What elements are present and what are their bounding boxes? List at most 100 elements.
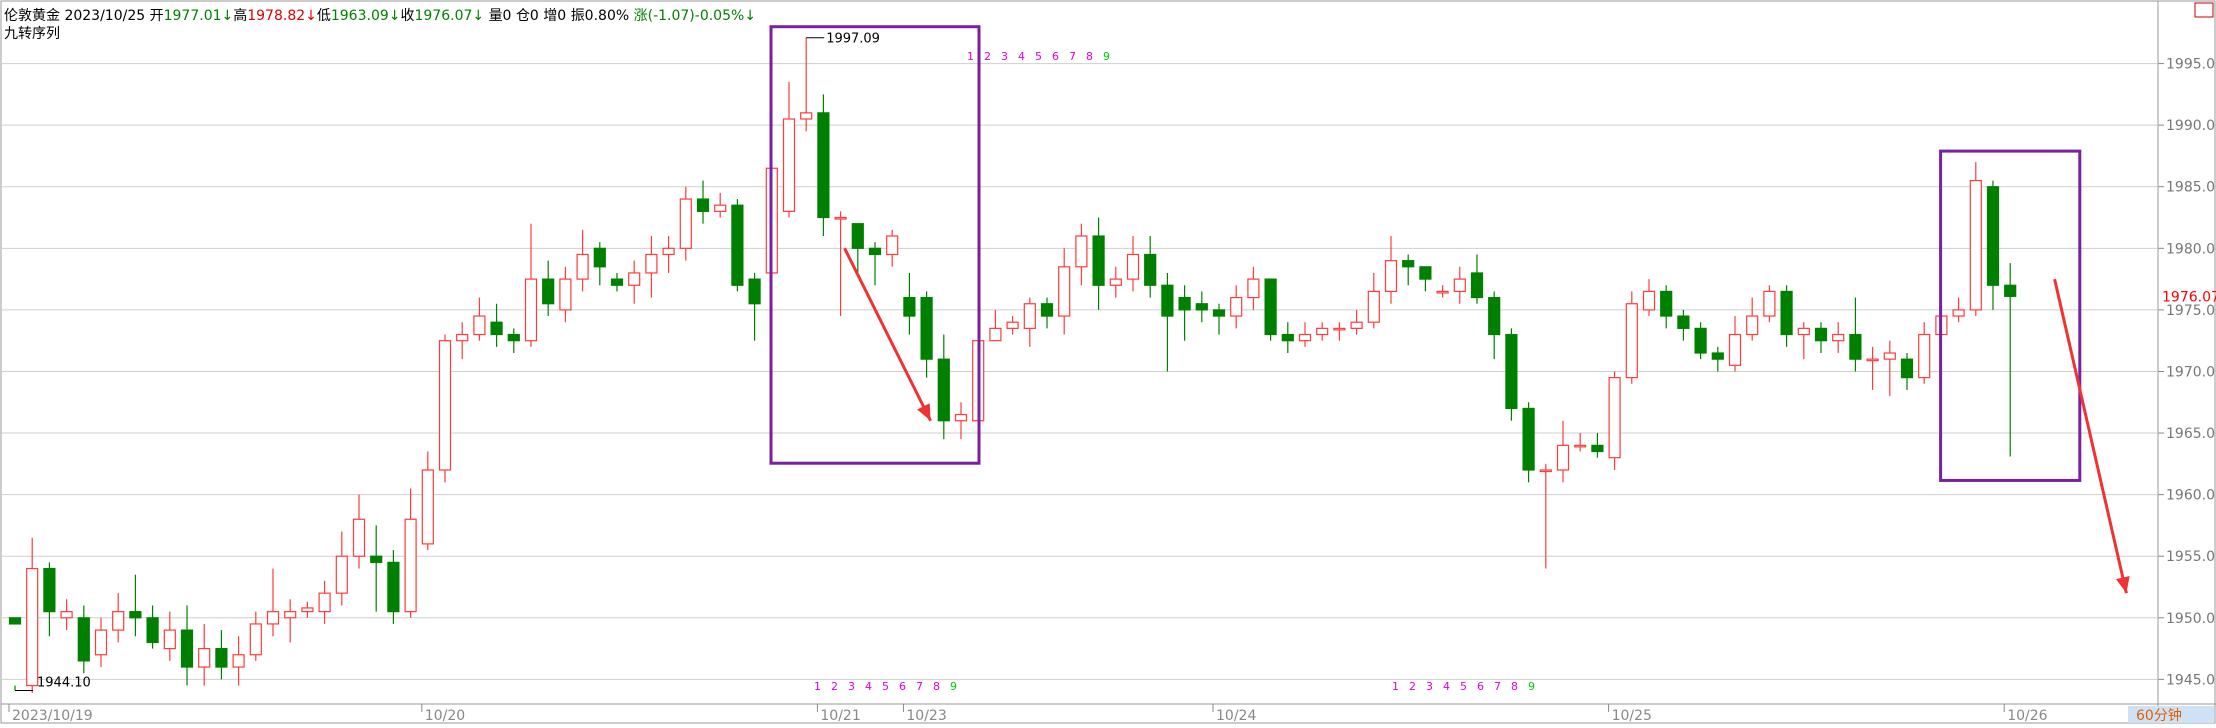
candle[interactable] [645, 236, 658, 298]
candle[interactable] [1126, 236, 1140, 292]
candle[interactable] [1608, 371, 1621, 470]
candle[interactable] [782, 82, 796, 218]
candle[interactable] [1384, 236, 1398, 304]
candle[interactable] [610, 272, 624, 292]
candle[interactable] [1539, 463, 1552, 569]
candle[interactable] [94, 617, 108, 668]
candle[interactable] [1574, 433, 1587, 452]
candle[interactable] [129, 574, 142, 637]
candle[interactable] [2004, 263, 2017, 457]
candle[interactable] [1677, 309, 1690, 341]
candle[interactable] [1488, 291, 1501, 360]
candle[interactable] [1625, 291, 1638, 384]
candle[interactable] [352, 494, 366, 569]
candle[interactable] [1986, 180, 2000, 310]
candle[interactable] [456, 322, 469, 360]
candle[interactable] [1814, 322, 1828, 353]
candle[interactable] [163, 611, 176, 661]
candle[interactable] [559, 266, 572, 323]
candle[interactable] [1849, 297, 1862, 372]
candle[interactable] [1402, 254, 1415, 286]
candle[interactable] [1298, 322, 1312, 347]
candle[interactable] [679, 186, 692, 261]
candle[interactable] [1453, 266, 1466, 304]
candle[interactable] [60, 599, 73, 631]
candle[interactable] [937, 334, 950, 440]
candle[interactable] [817, 94, 830, 236]
candle[interactable] [662, 236, 675, 273]
candle[interactable] [1728, 316, 1742, 372]
candle[interactable] [43, 562, 56, 637]
candle[interactable] [1144, 236, 1157, 298]
candle[interactable] [714, 192, 727, 218]
candle[interactable] [1591, 433, 1604, 458]
candle[interactable] [628, 260, 641, 304]
candle[interactable] [1969, 162, 1982, 317]
candle[interactable] [146, 605, 159, 649]
candle[interactable] [370, 525, 383, 612]
candle[interactable] [731, 199, 744, 292]
candle[interactable] [1470, 254, 1484, 304]
candle[interactable] [1419, 266, 1432, 292]
candle[interactable] [1161, 272, 1174, 372]
candle[interactable] [1195, 291, 1208, 323]
candle[interactable] [473, 297, 486, 341]
candle[interactable] [1281, 322, 1294, 353]
candle[interactable] [1900, 353, 1914, 390]
candle[interactable] [1660, 285, 1673, 329]
candle[interactable] [387, 550, 400, 624]
candle[interactable] [1694, 322, 1707, 360]
candle[interactable] [542, 260, 555, 317]
candle[interactable] [576, 229, 589, 292]
candle[interactable] [920, 291, 933, 378]
candle[interactable] [1092, 217, 1105, 310]
candle[interactable] [1040, 297, 1054, 329]
candle[interactable] [1436, 285, 1449, 298]
candle[interactable] [249, 611, 262, 661]
candle[interactable] [1505, 328, 1518, 421]
candle[interactable] [1642, 279, 1656, 317]
candle[interactable] [1780, 285, 1793, 347]
candle[interactable] [1522, 402, 1535, 483]
candle[interactable] [524, 223, 538, 347]
candle[interactable] [77, 605, 90, 674]
candle[interactable] [1058, 248, 1071, 335]
candle[interactable] [1316, 322, 1329, 341]
candle[interactable] [421, 451, 434, 551]
candle[interactable] [1230, 285, 1243, 329]
candle[interactable] [1866, 346, 1879, 390]
candle[interactable] [800, 37, 813, 132]
candle[interactable] [903, 272, 916, 335]
candle[interactable] [1883, 340, 1896, 397]
candle[interactable] [1023, 297, 1036, 347]
window-control-icon[interactable] [2194, 2, 2214, 18]
candle[interactable] [404, 488, 417, 618]
candle[interactable] [112, 593, 125, 643]
candle[interactable] [335, 531, 348, 606]
candle[interactable] [438, 334, 452, 483]
candle[interactable] [1264, 278, 1277, 341]
candle[interactable] [1212, 303, 1226, 335]
candle[interactable] [301, 601, 314, 618]
candle[interactable] [284, 599, 297, 643]
candle[interactable] [1333, 322, 1346, 341]
candle[interactable] [266, 568, 280, 637]
candle[interactable] [198, 623, 211, 686]
candle[interactable] [1746, 297, 1759, 341]
candle[interactable] [26, 537, 39, 693]
candle[interactable] [1952, 297, 1965, 323]
candle[interactable] [748, 272, 761, 341]
candle[interactable] [1797, 322, 1810, 360]
candle[interactable] [232, 636, 245, 686]
candle[interactable] [886, 229, 899, 267]
candle[interactable] [1763, 285, 1776, 323]
candle[interactable] [1006, 316, 1019, 335]
candle[interactable] [1918, 322, 1931, 384]
candle[interactable] [1109, 266, 1122, 298]
candle[interactable] [593, 242, 606, 286]
candle[interactable] [989, 309, 1002, 342]
candle[interactable] [1178, 285, 1191, 341]
candle[interactable] [1556, 420, 1570, 483]
candle[interactable] [215, 630, 228, 680]
candle[interactable] [1247, 266, 1260, 310]
